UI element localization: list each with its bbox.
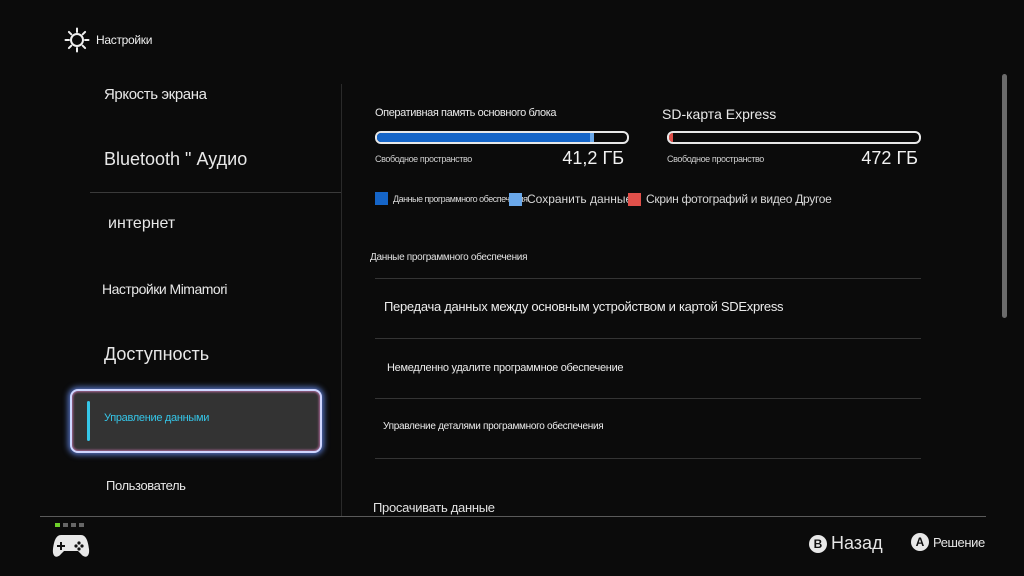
internal-storage-bar <box>375 131 629 144</box>
sidebar-item-data-management[interactable]: Управление данными <box>70 389 322 453</box>
sd-storage-bar <box>667 131 921 144</box>
scrollbar[interactable] <box>1002 74 1007 318</box>
sd-free-label: Свободное пространство <box>667 154 764 164</box>
sidebar-item-user[interactable]: Пользователь <box>106 478 396 493</box>
confirm-button[interactable]: A Решение <box>911 533 985 551</box>
internal-storage-label: Оперативная память основного блока <box>375 107 557 119</box>
transfer-data-row[interactable]: Передача данных между основным устройств… <box>384 299 784 314</box>
a-button-icon: A <box>911 533 929 551</box>
legend-swatch <box>628 192 641 206</box>
row-divider <box>375 278 921 279</box>
page-header: Настройки <box>64 26 152 54</box>
legend-swatch <box>509 192 522 206</box>
legend-label: Данные программного обеспечения <box>393 193 528 204</box>
browse-section-title: Просачивать данные <box>373 500 495 515</box>
legend-label: Скрин фотографий и видео Другое <box>646 192 832 206</box>
internal-free-value: 41,2 ГБ <box>562 148 624 168</box>
back-label: Назад <box>831 533 883 553</box>
legend-save-data: Сохранить данные <box>509 192 632 206</box>
legend-swatch <box>375 192 388 205</box>
gamepad-icon <box>52 535 90 557</box>
sidebar-divider <box>90 192 342 193</box>
selection-indicator <box>87 401 90 441</box>
row-divider <box>375 338 921 339</box>
legend-label: Сохранить данные <box>527 192 633 206</box>
back-button[interactable]: B Назад <box>809 533 883 554</box>
legend-media: Скрин фотографий и видео Другое <box>628 192 832 206</box>
delete-software-row[interactable]: Немедленно удалите программное обеспечен… <box>387 362 624 374</box>
sidebar-item-internet[interactable]: интернет <box>108 215 398 233</box>
panel-separator <box>341 84 342 516</box>
sd-card-label: SD-карта Express <box>662 106 777 122</box>
sidebar-item-mimamori[interactable]: Настройки Mimamori <box>102 281 392 297</box>
sidebar-item-accessibility[interactable]: Доступность <box>104 344 394 365</box>
sidebar-item-brightness[interactable]: Яркость экрана <box>104 86 394 103</box>
software-section-title: Данные программного обеспечения <box>370 252 528 263</box>
footer-divider <box>40 516 986 517</box>
internal-storage-used <box>377 133 590 142</box>
sd-storage-used <box>669 133 673 142</box>
gear-icon <box>64 27 90 53</box>
row-divider <box>375 458 921 459</box>
legend-software: Данные программного обеспечения <box>375 192 528 205</box>
page-title: Настройки <box>96 33 153 47</box>
sd-free-value: 472 ГБ <box>861 148 918 168</box>
controller-indicator <box>55 523 84 527</box>
sidebar-item-bluetooth-audio[interactable]: Bluetooth " Аудио <box>104 149 394 170</box>
confirm-label: Решение <box>933 534 985 550</box>
internal-storage-save-data <box>589 133 594 142</box>
b-button-icon: B <box>809 534 827 553</box>
sidebar-item-label: Управление данными <box>104 412 210 424</box>
row-divider <box>375 398 921 399</box>
internal-free-label: Свободное пространство <box>375 154 472 164</box>
manage-software-row[interactable]: Управление деталями программного обеспеч… <box>383 421 604 432</box>
